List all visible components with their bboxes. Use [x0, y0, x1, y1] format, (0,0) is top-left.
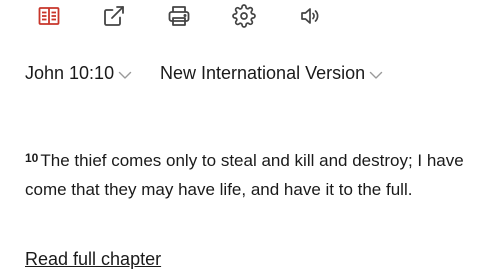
verse-text: The thief comes only to steal and kill a… [25, 151, 464, 199]
toolbar [0, 0, 480, 36]
parallel-bible-icon [37, 4, 61, 28]
parallel-bible-button[interactable] [34, 1, 64, 31]
print-icon [167, 4, 191, 28]
reference-dropdown[interactable]: John 10:10 [25, 61, 132, 85]
passage-selectors: John 10:10 New International Version [25, 61, 465, 87]
version-dropdown[interactable]: New International Version [160, 61, 383, 85]
share-external-button[interactable] [99, 1, 129, 31]
verse-text-block: 10 The thief comes only to steal and kill… [25, 144, 465, 204]
reference-label: John 10:10 [25, 62, 115, 83]
audio-speaker-icon [298, 4, 322, 28]
print-button[interactable] [164, 1, 194, 31]
chevron-down-icon [118, 64, 132, 85]
audio-button[interactable] [295, 1, 325, 31]
chevron-down-icon [369, 64, 383, 85]
read-full-chapter-link[interactable]: Read full chapter [25, 249, 161, 270]
settings-button[interactable] [229, 1, 259, 31]
settings-gear-icon [232, 4, 256, 28]
verse-number: 10 [25, 151, 39, 165]
version-label: New International Version [160, 62, 366, 83]
share-external-icon [102, 4, 126, 28]
